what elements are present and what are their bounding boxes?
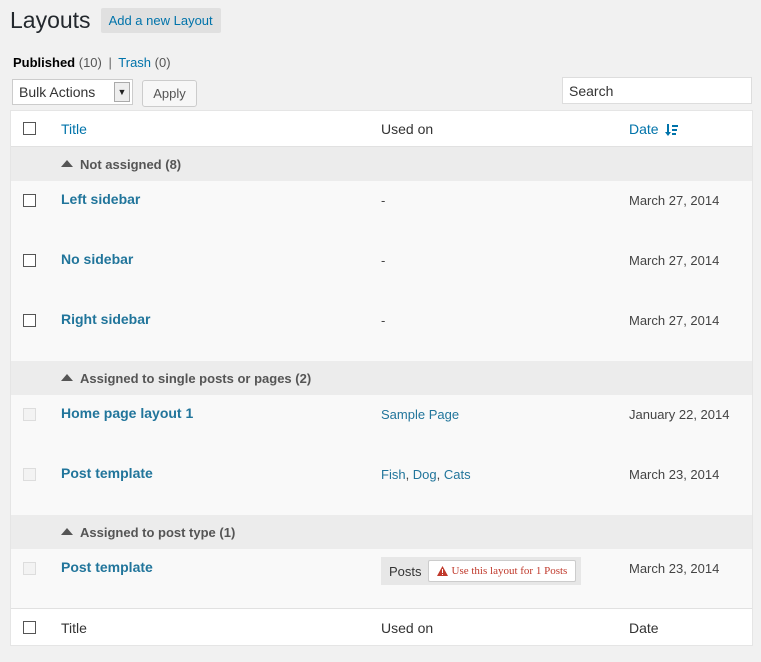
- layout-title-link[interactable]: Left sidebar: [61, 191, 140, 207]
- select-all-checkbox-footer[interactable]: [23, 621, 36, 634]
- post-type-label: Posts: [389, 563, 422, 579]
- used-on-link[interactable]: Fish: [381, 467, 406, 482]
- used-on-links: Fish, Dog, Cats: [381, 467, 471, 482]
- triangle-up-icon: [61, 374, 73, 382]
- layouts-table: Title Used on Date Not assigned (8) Left…: [10, 110, 753, 646]
- used-on-value: -: [381, 193, 386, 208]
- date-value: March 27, 2014: [629, 313, 720, 328]
- filter-separator: |: [108, 55, 112, 70]
- chevron-down-icon[interactable]: ▼: [114, 82, 130, 102]
- layout-title-link[interactable]: Right sidebar: [61, 311, 150, 327]
- group-rows-not-assigned: Left sidebar - March 27, 2014 No sidebar…: [11, 181, 752, 361]
- row-checkbox-disabled: [23, 408, 36, 421]
- apply-button[interactable]: Apply: [142, 80, 197, 107]
- group-label: Not assigned (8): [80, 157, 182, 172]
- filter-trash[interactable]: Trash: [118, 55, 151, 70]
- layout-title-link[interactable]: Post template: [61, 465, 153, 481]
- date-value: March 27, 2014: [629, 193, 720, 208]
- warning-icon: [436, 566, 448, 576]
- used-on-value: -: [381, 313, 386, 328]
- date-value: March 23, 2014: [629, 467, 720, 482]
- used-on-link[interactable]: Dog: [413, 467, 437, 482]
- used-on-link[interactable]: Cats: [444, 467, 471, 482]
- group-label: Assigned to single posts or pages (2): [80, 371, 312, 386]
- sort-desc-icon: [665, 124, 679, 137]
- filter-published[interactable]: Published: [13, 55, 75, 70]
- row-checkbox-disabled: [23, 468, 36, 481]
- date-value: March 23, 2014: [629, 561, 720, 576]
- column-title-header[interactable]: Title: [61, 121, 87, 137]
- group-label: Assigned to post type (1): [80, 525, 236, 540]
- used-on-value: -: [381, 253, 386, 268]
- used-on-link[interactable]: Sample Page: [381, 407, 459, 422]
- bulk-actions-select[interactable]: Bulk Actions ▼: [12, 79, 133, 105]
- layout-title-link[interactable]: Home page layout 1: [61, 405, 193, 421]
- date-value: March 27, 2014: [629, 253, 720, 268]
- trash-count: (0): [154, 55, 171, 70]
- row-checkbox-disabled: [23, 562, 36, 575]
- use-layout-label: Use this layout for 1 Posts: [451, 565, 568, 577]
- column-used-on-header: Used on: [381, 121, 434, 137]
- status-filter: Published (10) | Trash (0): [13, 55, 171, 70]
- table-footer: Title Used on Date: [11, 608, 752, 645]
- search-input[interactable]: [562, 77, 752, 104]
- footer-used-on-label: Used on: [381, 620, 434, 636]
- add-new-layout-button[interactable]: Add a new Layout: [100, 8, 221, 33]
- column-date-header[interactable]: Date: [629, 121, 679, 137]
- footer-date-label: Date: [629, 620, 659, 636]
- group-header-single-posts[interactable]: Assigned to single posts or pages (2): [11, 361, 752, 395]
- triangle-up-icon: [61, 528, 73, 536]
- use-layout-button[interactable]: Use this layout for 1 Posts: [427, 560, 577, 582]
- date-value: January 22, 2014: [629, 407, 730, 422]
- group-rows-single-posts: Home page layout 1 Sample Page January 2…: [11, 395, 752, 515]
- layout-title-link[interactable]: Post template: [61, 559, 153, 575]
- group-header-post-type[interactable]: Assigned to post type (1): [11, 515, 752, 549]
- select-all-checkbox[interactable]: [23, 122, 36, 135]
- row-checkbox[interactable]: [23, 254, 36, 267]
- published-count: (10): [78, 55, 102, 70]
- column-date-label: Date: [629, 121, 659, 137]
- group-rows-post-type: Post template Posts Use this layout for …: [11, 549, 752, 608]
- table-header: Title Used on Date: [11, 111, 752, 147]
- footer-title-label: Title: [61, 620, 87, 636]
- triangle-up-icon: [61, 160, 73, 168]
- used-on-post-type: Posts Use this layout for 1 Posts: [381, 557, 581, 585]
- page-header: Layouts Add a new Layout: [10, 6, 221, 35]
- group-header-not-assigned[interactable]: Not assigned (8): [11, 147, 752, 181]
- page-title: Layouts: [10, 7, 91, 33]
- row-checkbox[interactable]: [23, 314, 36, 327]
- bulk-actions-value: Bulk Actions: [19, 84, 96, 100]
- row-checkbox[interactable]: [23, 194, 36, 207]
- layout-title-link[interactable]: No sidebar: [61, 251, 133, 267]
